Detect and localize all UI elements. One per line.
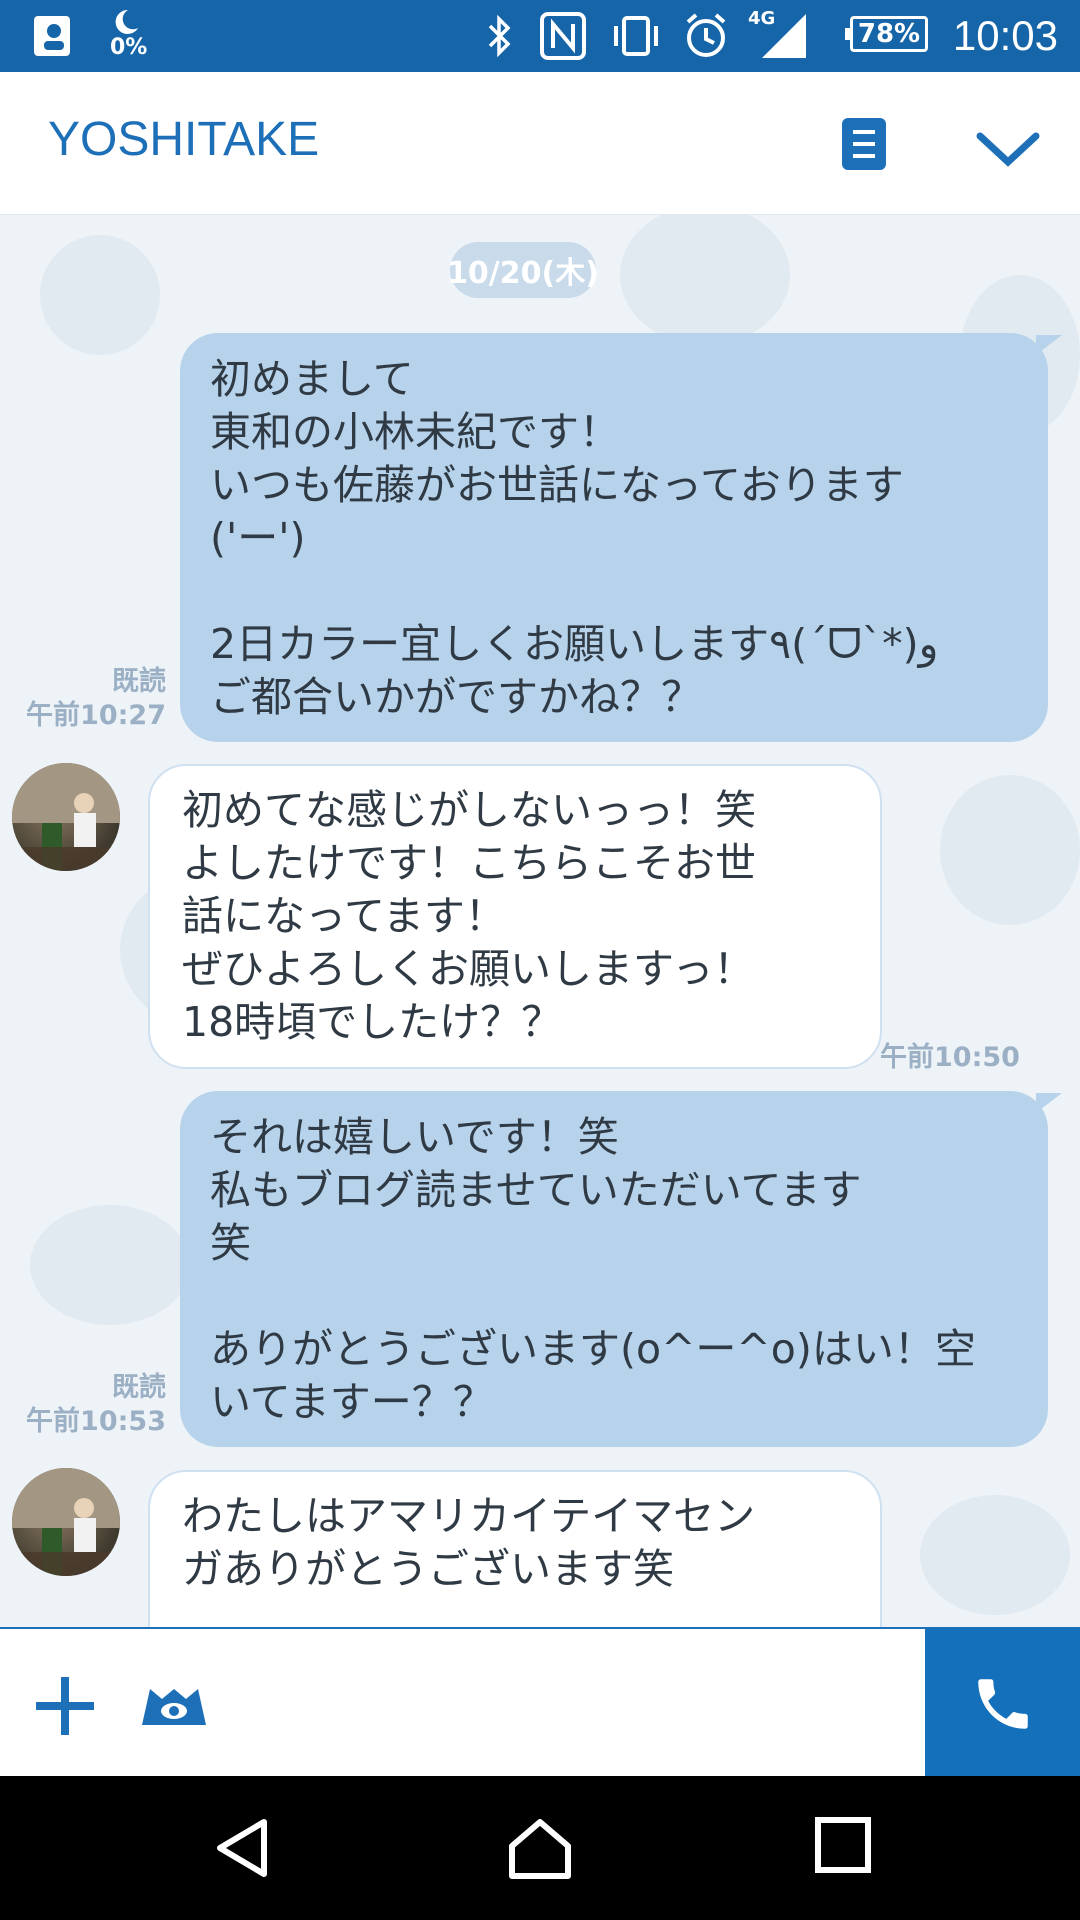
call-button[interactable]: [925, 1629, 1080, 1778]
plus-icon[interactable]: [36, 1677, 94, 1735]
recents-icon[interactable]: [814, 1816, 872, 1874]
input-bar: [0, 1627, 1080, 1778]
chat-header: YOSHITAKE: [0, 72, 1080, 215]
avatar-photo: [12, 763, 120, 871]
bluetooth-icon: [488, 14, 511, 58]
back-icon[interactable]: [212, 1816, 272, 1880]
incoming-message[interactable]: 初めてな感じがしないっっ！笑 よしたけです！こちらこそお世 話になってます！ ぜ…: [148, 764, 882, 1069]
avatar[interactable]: [12, 1468, 120, 1576]
data-usage: 0%: [110, 34, 148, 60]
incoming-message[interactable]: わたしはアマリカイテイマセン ガありがとうございます笑: [148, 1470, 882, 1627]
background-pattern: [40, 235, 160, 355]
read-receipt: 既読: [112, 666, 166, 697]
background-pattern: [920, 1495, 1070, 1615]
outgoing-message[interactable]: 初めまして 東和の小林未紀です！ いつも佐藤がお世話になっております ('ー')…: [180, 333, 1048, 742]
battery-level: 78%: [857, 19, 921, 49]
background-pattern: [30, 1205, 190, 1325]
message-meta: 既読 午前10:27: [20, 665, 166, 733]
background-pattern: [620, 215, 790, 345]
read-receipt: 既読: [112, 1372, 166, 1403]
clock: 10:03: [952, 12, 1058, 59]
alarm-icon: [686, 13, 726, 57]
signal-icon: [762, 14, 806, 58]
phone-icon: [977, 1678, 1028, 1729]
background-pattern: [940, 775, 1080, 925]
bubble-tail: [1036, 335, 1062, 355]
message-time: 午前10:27: [26, 700, 166, 731]
battery-icon: 78%: [845, 16, 928, 52]
chevron-down-icon[interactable]: [976, 128, 1040, 168]
date-separator: 10/20(木): [447, 242, 599, 298]
vibrate-icon: [614, 16, 658, 56]
sticker-icon[interactable]: [138, 1685, 210, 1729]
navigation-bar: [0, 1776, 1080, 1920]
nfc-icon: [540, 12, 586, 60]
chat-area[interactable]: 10/20(木) 初めまして 東和の小林未紀です！ いつも佐藤がお世話になってお…: [0, 215, 1080, 1627]
outgoing-message[interactable]: それは嬉しいです！笑 私もブログ読ませていただいてます 笑 ありがとうございます…: [180, 1091, 1048, 1447]
avatar-photo: [12, 1468, 120, 1576]
message-time: 午前10:53: [26, 1406, 166, 1437]
message-time: 午前10:50: [880, 1042, 1020, 1073]
contacts-icon: [34, 16, 70, 56]
chat-title: YOSHITAKE: [48, 113, 320, 166]
menu-icon[interactable]: [842, 118, 886, 170]
avatar[interactable]: [12, 763, 120, 871]
message-meta: 既読 午前10:53: [20, 1371, 166, 1439]
status-bar: 0% 4G 78% 10:03: [0, 0, 1080, 72]
bubble-tail: [1036, 1093, 1062, 1113]
home-icon[interactable]: [508, 1816, 572, 1880]
